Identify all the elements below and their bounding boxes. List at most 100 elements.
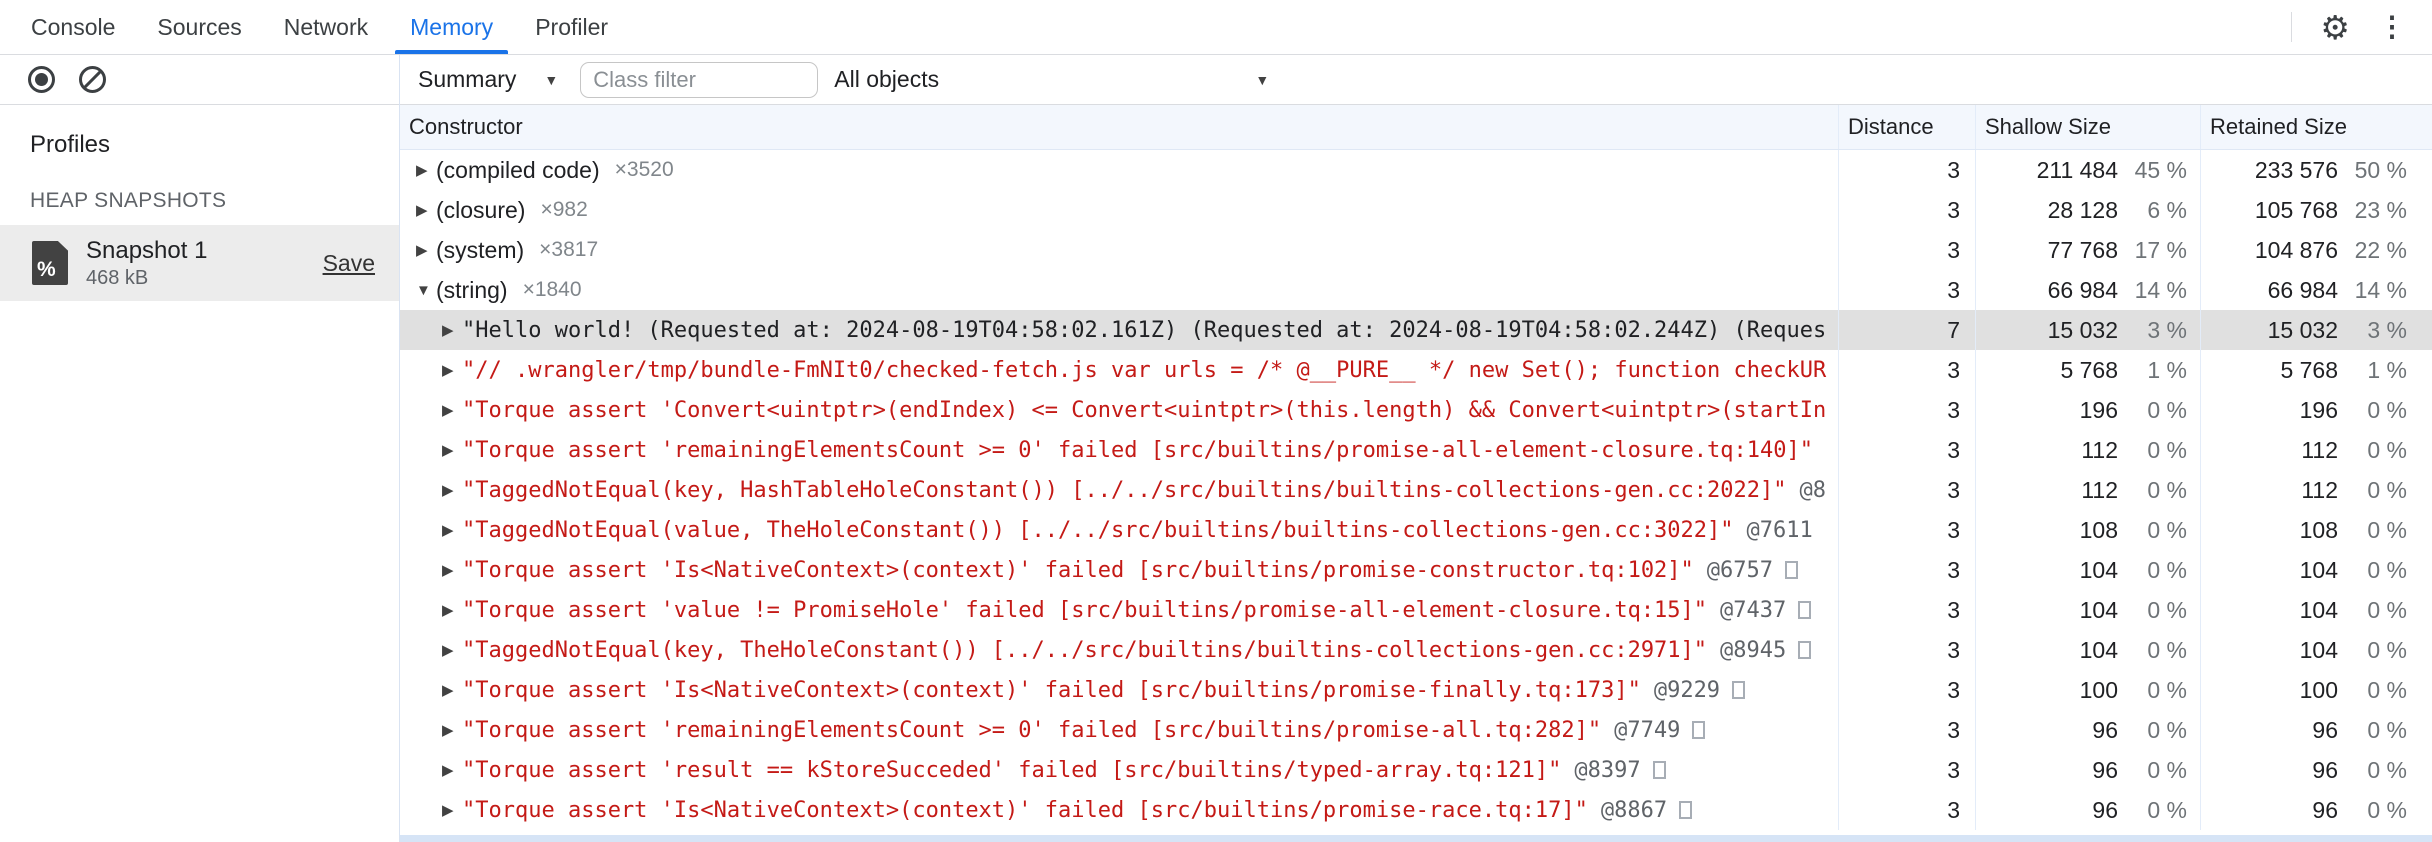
table-cell: 3 — [1838, 190, 1975, 230]
save-snapshot-link[interactable]: Save — [323, 250, 375, 277]
cell-value: 3 — [1947, 676, 1960, 703]
table-row[interactable]: ▶ "Torque assert 'value != PromiseHole' f… — [400, 590, 2432, 630]
table-cell: 28 128 6 % — [1975, 190, 2200, 230]
expand-triangle-icon[interactable]: ▶ — [442, 441, 462, 459]
cell-value: 5 768 — [2280, 356, 2338, 383]
expand-triangle-icon[interactable]: ▶ — [442, 641, 462, 659]
table-row[interactable]: ▶ "Torque assert 'result == kStoreSuccede… — [400, 750, 2432, 790]
cell-value: 100 — [2299, 676, 2338, 703]
table-row[interactable]: ▶ "Torque assert 'remainingElementsCount … — [400, 710, 2432, 750]
snapshot-item[interactable]: % Snapshot 1 468 kB Save — [0, 225, 399, 301]
table-cell: 3 — [1838, 430, 1975, 470]
gear-icon[interactable]: ⚙ — [2320, 11, 2350, 44]
expand-triangle-icon[interactable]: ▶ — [416, 201, 436, 219]
cell-value: 15 032 — [2267, 316, 2338, 343]
cell-percent: 0 % — [2367, 556, 2407, 583]
table-cell: 104 0 % — [2200, 590, 2432, 630]
string-value: "Torque assert 'remainingElementsCount >… — [462, 437, 1814, 463]
tab-console[interactable]: Console — [10, 0, 136, 54]
cell-percent: 0 % — [2367, 636, 2407, 663]
table-row[interactable]: ▶ "Torque assert 'Is<NativeContext>(conte… — [400, 550, 2432, 590]
table-row[interactable]: ▶ "Torque assert 'Is<NativeContext>(conte… — [400, 670, 2432, 710]
heap-snapshot-file-icon: % — [32, 241, 68, 285]
cell-percent: 17 % — [2134, 236, 2187, 263]
object-id: @8397 — [1574, 757, 1641, 783]
expand-triangle-icon[interactable]: ▶ — [416, 241, 436, 259]
object-box-icon — [1732, 681, 1746, 699]
table-cell: 3 — [1838, 470, 1975, 510]
class-filter-input[interactable] — [580, 61, 819, 98]
table-row[interactable]: ▶ "Torque assert 'Is<NativeContext>(conte… — [400, 790, 2432, 830]
expand-triangle-icon[interactable]: ▶ — [442, 601, 462, 619]
expand-triangle-icon[interactable]: ▶ — [442, 321, 462, 339]
collapse-triangle-icon[interactable]: ▼ — [416, 282, 436, 299]
cell-percent: 50 % — [2354, 156, 2407, 183]
table-cell: 100 0 % — [1975, 670, 2200, 710]
constructor-cell: ▶ "Torque assert 'Is<NativeContext>(conte… — [400, 550, 1838, 590]
object-box-icon — [1798, 641, 1812, 659]
table-cell: 3 — [1838, 670, 1975, 710]
expand-triangle-icon[interactable]: ▶ — [442, 761, 462, 779]
instance-count: ×982 — [540, 198, 588, 221]
cell-percent: 0 % — [2367, 676, 2407, 703]
table-cell: 7 — [1838, 310, 1975, 350]
table-row[interactable]: ▶ (compiled code) ×3520 3 211 484 45 % 233 576… — [400, 150, 2432, 190]
table-row[interactable]: ▶ (closure) ×982 3 28 128 6 % 105 768 23 % — [400, 190, 2432, 230]
table-cell: 66 984 14 % — [1975, 270, 2200, 310]
cell-value: 3 — [1947, 596, 1960, 623]
expand-triangle-icon[interactable]: ▶ — [442, 561, 462, 579]
cell-value: 66 984 — [2047, 276, 2118, 303]
tab-network[interactable]: Network — [263, 0, 389, 54]
cell-value: 112 — [2081, 476, 2118, 503]
expand-triangle-icon[interactable]: ▶ — [442, 521, 462, 539]
splitter-strip[interactable] — [400, 835, 2432, 842]
cell-value: 196 — [2079, 396, 2118, 423]
object-id: @8867 — [1600, 797, 1668, 823]
objects-filter-select[interactable]: All objects ▼ — [834, 66, 1269, 93]
expand-triangle-icon[interactable]: ▶ — [442, 361, 462, 379]
object-id: @9229 — [1653, 677, 1721, 703]
cell-percent: 1 % — [2367, 356, 2407, 383]
clear-profiles-icon[interactable] — [79, 66, 106, 93]
table-cell: 104 0 % — [2200, 630, 2432, 670]
constructor-cell: ▶ "Torque assert 'Is<NativeContext>(conte… — [400, 670, 1838, 710]
table-row[interactable]: ▶ "Torque assert 'Convert<uintptr>(endInd… — [400, 390, 2432, 430]
tab-profiler[interactable]: Profiler — [514, 0, 629, 54]
tab-memory[interactable]: Memory — [389, 0, 514, 54]
table-row[interactable]: ▶ "TaggedNotEqual(value, TheHoleConstant(… — [400, 510, 2432, 550]
cell-percent: 22 % — [2354, 236, 2407, 263]
cell-value: 112 — [2301, 476, 2338, 503]
column-header-retained-size[interactable]: Retained Size — [2200, 105, 2432, 149]
table-row[interactable]: ▶ "TaggedNotEqual(key, HashTableHoleConst… — [400, 470, 2432, 510]
expand-triangle-icon[interactable]: ▶ — [442, 681, 462, 699]
constructor-name: (compiled code) — [436, 156, 600, 183]
table-row[interactable]: ▶ "// .wrangler/tmp/bundle-FmNIt0/checked… — [400, 350, 2432, 390]
object-id: @7611 — [1746, 517, 1813, 543]
constructor-cell: ▶ "TaggedNotEqual(key, HashTableHoleConst… — [400, 470, 1838, 510]
table-row[interactable]: ▶ "TaggedNotEqual(key, TheHoleConstant())… — [400, 630, 2432, 670]
table-row[interactable]: ▶ (system) ×3817 3 77 768 17 % 104 876 22 % — [400, 230, 2432, 270]
column-header-distance[interactable]: Distance — [1838, 105, 1975, 149]
table-row[interactable]: ▶ "Hello world! (Requested at: 2024-08-19… — [400, 310, 2432, 350]
cell-value: 3 — [1947, 196, 1960, 223]
string-value: "Torque assert 'Convert<uintptr>(endInde… — [462, 397, 1827, 423]
column-header-shallow-size[interactable]: Shallow Size — [1975, 105, 2200, 149]
cell-value: 3 — [1947, 396, 1960, 423]
cell-percent: 0 % — [2367, 756, 2407, 783]
constructor-cell: ▶ "// .wrangler/tmp/bundle-FmNIt0/checked… — [400, 350, 1838, 390]
expand-triangle-icon[interactable]: ▶ — [442, 721, 462, 739]
tab-sources[interactable]: Sources — [136, 0, 262, 54]
expand-triangle-icon[interactable]: ▶ — [442, 801, 462, 819]
perspective-select[interactable]: Summary ▼ — [418, 66, 558, 93]
cell-value: 28 128 — [2047, 196, 2118, 223]
column-header-constructor[interactable]: Constructor — [400, 105, 1838, 149]
more-options-icon[interactable]: ⋮ — [2378, 13, 2406, 41]
table-row[interactable]: ▶ "Torque assert 'remainingElementsCount … — [400, 430, 2432, 470]
cell-percent: 0 % — [2367, 716, 2407, 743]
expand-triangle-icon[interactable]: ▶ — [442, 481, 462, 499]
cell-value: 7 — [1947, 316, 1960, 343]
expand-triangle-icon[interactable]: ▶ — [416, 161, 436, 179]
record-heap-snapshot-icon[interactable] — [28, 66, 55, 93]
table-row[interactable]: ▼ (string) ×1840 3 66 984 14 % 66 984 14 % — [400, 270, 2432, 310]
expand-triangle-icon[interactable]: ▶ — [442, 401, 462, 419]
